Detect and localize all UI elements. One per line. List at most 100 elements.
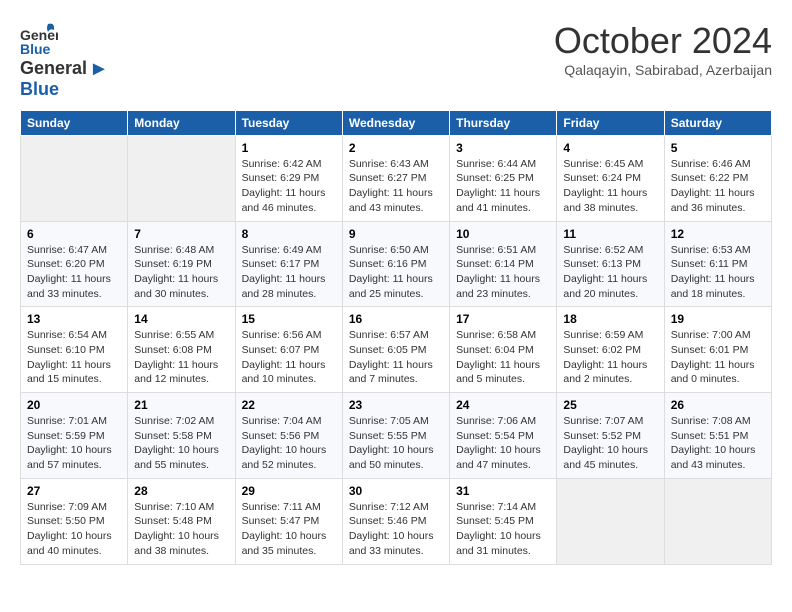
day-number: 17 [456,312,550,326]
day-info-line: Sunrise: 7:06 AM [456,415,536,427]
calendar-week-1: 1Sunrise: 6:42 AMSunset: 6:29 PMDaylight… [21,135,772,221]
day-info-line: Sunrise: 6:55 AM [134,329,214,341]
day-info-line: Daylight: 10 hours and 45 minutes. [563,444,648,471]
calendar-cell: 25 Sunrise: 7:07 AMSunset: 5:52 PMDayligh… [557,393,664,479]
day-info-line: Sunset: 5:47 PM [242,515,320,527]
day-number: 13 [27,312,121,326]
day-info-line: Sunset: 6:24 PM [563,172,641,184]
day-info-line: Sunset: 6:11 PM [671,258,748,270]
day-info-line: Sunrise: 6:44 AM [456,158,536,170]
calendar-week-5: 27Sunrise: 7:09 AMSunset: 5:50 PMDayligh… [21,478,772,564]
day-info: Sunrise: 6:43 AMSunset: 6:27 PMDaylight:… [349,157,443,216]
day-info-line: Sunset: 6:02 PM [563,344,641,356]
day-info-line: Sunset: 6:25 PM [456,172,534,184]
calendar-cell: 30Sunrise: 7:12 AMSunset: 5:46 PMDayligh… [342,478,449,564]
weekday-header-wednesday: Wednesday [342,110,449,135]
calendar-cell: 31 Sunrise: 7:14 AMSunset: 5:45 PMDayligh… [450,478,557,564]
calendar-cell: 10Sunrise: 6:51 AMSunset: 6:14 PMDayligh… [450,221,557,307]
calendar-cell: 11Sunrise: 6:52 AMSunset: 6:13 PMDayligh… [557,221,664,307]
calendar-cell: 15Sunrise: 6:56 AMSunset: 6:07 PMDayligh… [235,307,342,393]
day-info-line: Daylight: 10 hours and 35 minutes. [242,530,327,557]
weekday-header-sunday: Sunday [21,110,128,135]
calendar-cell: 28Sunrise: 7:10 AMSunset: 5:48 PMDayligh… [128,478,235,564]
calendar-cell [664,478,771,564]
day-info: Sunrise: 6:42 AMSunset: 6:29 PMDaylight:… [242,157,336,216]
calendar-cell: 12 Sunrise: 6:53 AM Sunset: 6:11 PM Dayligh… [664,221,771,307]
day-info-line: Daylight: 11 hours and 0 minutes. [671,359,755,386]
day-number: 29 [242,484,336,498]
day-info: Sunrise: 7:07 AMSunset: 5:52 PMDaylight:… [563,414,657,473]
location: Qalaqayin, Sabirabad, Azerbaijan [554,62,772,78]
day-info: Sunrise: 6:49 AMSunset: 6:17 PMDaylight:… [242,243,336,302]
day-info: Sunrise: 7:08 AMSunset: 5:51 PMDaylight:… [671,414,765,473]
day-info-line: Daylight: 11 hours and 15 minutes. [27,359,111,386]
day-info-line: Daylight: 10 hours and 38 minutes. [134,530,219,557]
calendar-table: SundayMondayTuesdayWednesdayThursdayFrid… [20,110,772,565]
day-info-line: Daylight: 11 hours and 30 minutes. [134,273,218,300]
logo-bird-icon: ► [89,58,109,80]
day-info-line: Sunset: 5:51 PM [671,430,749,442]
day-info-line: Sunrise: 6:59 AM [563,329,643,341]
day-info-line: Daylight: 11 hours and 38 minutes. [563,187,647,214]
day-info-line: Daylight: 10 hours and 33 minutes. [349,530,434,557]
logo-blue: Blue [20,80,109,100]
title-area: October 2024 Qalaqayin, Sabirabad, Azerb… [554,20,772,78]
day-info-line: Sunrise: 7:11 AM [242,501,321,513]
day-number: 31 [456,484,550,498]
day-info: Sunrise: 6:46 AMSunset: 6:22 PMDaylight:… [671,157,765,216]
day-info-line: Daylight: 11 hours and 25 minutes. [349,273,433,300]
calendar-cell: 26 Sunrise: 7:08 AMSunset: 5:51 PMDayligh… [664,393,771,479]
day-info: Sunrise: 7:14 AMSunset: 5:45 PMDaylight:… [456,500,550,559]
day-info-line: Daylight: 11 hours and 5 minutes. [456,359,540,386]
day-info-line: Sunset: 5:58 PM [134,430,212,442]
day-number: 16 [349,312,443,326]
day-info: Sunrise: 7:00 AMSunset: 6:01 PMDaylight:… [671,328,765,387]
day-number: 22 [242,398,336,412]
day-info: Sunrise: 6:55 AMSunset: 6:08 PMDaylight:… [134,328,228,387]
day-info: Sunrise: 6:50 AMSunset: 6:16 PMDaylight:… [349,243,443,302]
day-info-line: Sunset: 6:29 PM [242,172,320,184]
day-info-line: Sunset: 6:04 PM [456,344,534,356]
page-header: General Blue General ► Blue October 2024… [20,20,772,100]
day-info-line: Sunrise: 6:47 AM [27,244,107,256]
day-number: 12 [671,227,765,241]
day-info: Sunrise: 7:02 AMSunset: 5:58 PMDaylight:… [134,414,228,473]
day-info-line: Sunset: 5:48 PM [134,515,212,527]
day-info-line: Sunset: 6:20 PM [27,258,105,270]
day-number: 26 [671,398,765,412]
day-number: 25 [563,398,657,412]
day-number: 3 [456,141,550,155]
svg-text:Blue: Blue [20,41,51,57]
calendar-cell: 18Sunrise: 6:59 AMSunset: 6:02 PMDayligh… [557,307,664,393]
day-info-line: Daylight: 11 hours and 18 minutes. [671,273,755,300]
day-info-line: Sunset: 5:45 PM [456,515,534,527]
calendar-cell [128,135,235,221]
day-number: 9 [349,227,443,241]
calendar-cell: 9 Sunrise: 6:50 AMSunset: 6:16 PMDaylight… [342,221,449,307]
day-info-line: Sunset: 5:52 PM [563,430,641,442]
calendar-cell: 3Sunrise: 6:44 AMSunset: 6:25 PMDaylight… [450,135,557,221]
day-info-line: Sunrise: 7:10 AM [134,501,214,513]
day-info-line: Daylight: 10 hours and 31 minutes. [456,530,541,557]
calendar-cell [557,478,664,564]
calendar-body: 1Sunrise: 6:42 AMSunset: 6:29 PMDaylight… [21,135,772,564]
day-info-line: Daylight: 11 hours and 12 minutes. [134,359,218,386]
day-info-line: Daylight: 11 hours and 46 minutes. [242,187,326,214]
day-info-line: Sunset: 6:13 PM [563,258,641,270]
day-info-line: Daylight: 11 hours and 36 minutes. [671,187,755,214]
day-info-line: Sunset: 6:05 PM [349,344,427,356]
weekday-header-row: SundayMondayTuesdayWednesdayThursdayFrid… [21,110,772,135]
day-info-line: Daylight: 11 hours and 7 minutes. [349,359,433,386]
day-info: Sunrise: 7:04 AMSunset: 5:56 PMDaylight:… [242,414,336,473]
day-info-line: Sunrise: 6:45 AM [563,158,643,170]
day-info-line: Sunrise: 7:04 AM [242,415,322,427]
day-info-line: Sunset: 6:17 PM [242,258,320,270]
day-number: 11 [563,227,657,241]
calendar-week-2: 6Sunrise: 6:47 AMSunset: 6:20 PMDaylight… [21,221,772,307]
day-info-line: Sunrise: 6:53 AM [671,244,751,256]
day-info-line: Sunset: 6:10 PM [27,344,105,356]
day-number: 7 [134,227,228,241]
day-info-line: Sunset: 6:19 PM [134,258,212,270]
day-info-line: Sunrise: 6:54 AM [27,329,107,341]
day-number: 23 [349,398,443,412]
